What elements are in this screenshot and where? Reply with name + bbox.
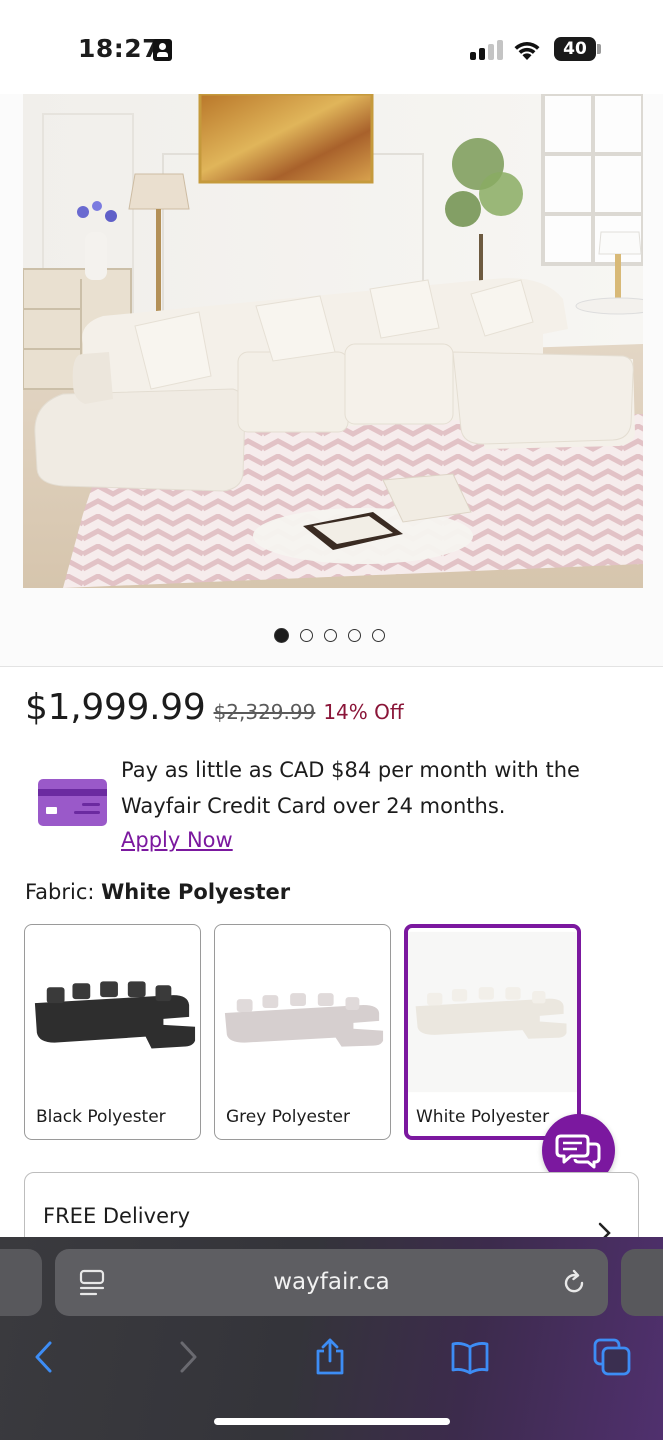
reload-icon[interactable] — [561, 1269, 587, 1297]
wifi-icon — [514, 42, 540, 60]
share-icon[interactable] — [310, 1337, 350, 1377]
original-price: $2,329.99 — [213, 700, 316, 724]
fabric-option-white[interactable]: White Polyester — [404, 924, 581, 1140]
address-bar[interactable]: wayfair.ca — [55, 1249, 608, 1316]
credit-card-icon — [38, 779, 107, 826]
sofa-thumbnail-black — [34, 981, 196, 1049]
battery-tip — [597, 44, 601, 54]
credit-offer-text: Pay as little as CAD $84 per month with … — [121, 758, 580, 818]
product-image-carousel[interactable] — [0, 94, 663, 667]
fabric-selected-value: White Polyester — [101, 880, 291, 904]
cellular-signal-icon — [470, 40, 504, 60]
current-price: $1,999.99 — [25, 687, 206, 728]
delivery-label: FREE Delivery — [43, 1204, 191, 1228]
tabs-icon[interactable] — [592, 1337, 632, 1377]
forward-icon[interactable] — [167, 1337, 207, 1377]
apply-now-link[interactable]: Apply Now — [121, 824, 233, 856]
url-text[interactable]: wayfair.ca — [55, 1249, 608, 1316]
bookmarks-icon[interactable] — [450, 1337, 490, 1377]
sofa-thumbnail-grey — [224, 993, 384, 1047]
discount-label: 14% Off — [323, 700, 404, 724]
carousel-dot-3[interactable] — [324, 629, 337, 642]
fabric-option-grey[interactable]: Grey Polyester — [214, 924, 391, 1140]
back-icon[interactable] — [25, 1337, 65, 1377]
fabric-option-label: Grey Polyester — [226, 1107, 350, 1127]
contact-card-icon — [153, 39, 172, 61]
fabric-option-label: Black Polyester — [36, 1107, 166, 1127]
status-bar: 18:27 40 — [0, 0, 663, 94]
fabric-heading: Fabric: White Polyester — [25, 880, 290, 904]
carousel-dot-2[interactable] — [300, 629, 313, 642]
status-time: 18:27 — [78, 34, 161, 63]
fabric-option-black[interactable]: Black Polyester — [24, 924, 201, 1140]
previous-tab-preview[interactable] — [0, 1249, 42, 1316]
browser-toolbar: wayfair.ca — [0, 1237, 663, 1440]
carousel-dot-1[interactable] — [274, 628, 289, 643]
fabric-option-label: White Polyester — [416, 1107, 550, 1127]
fabric-label: Fabric: — [25, 880, 95, 904]
price-row: $1,999.99 $2,329.99 14% Off — [25, 687, 404, 728]
carousel-dot-5[interactable] — [372, 629, 385, 642]
home-indicator[interactable] — [214, 1418, 450, 1425]
carousel-pagination — [0, 628, 661, 643]
next-tab-preview[interactable] — [621, 1249, 663, 1316]
sofa-thumbnail-white — [408, 931, 577, 1093]
carousel-dot-4[interactable] — [348, 629, 361, 642]
product-photo[interactable] — [23, 94, 643, 588]
battery-indicator: 40 — [554, 37, 596, 61]
